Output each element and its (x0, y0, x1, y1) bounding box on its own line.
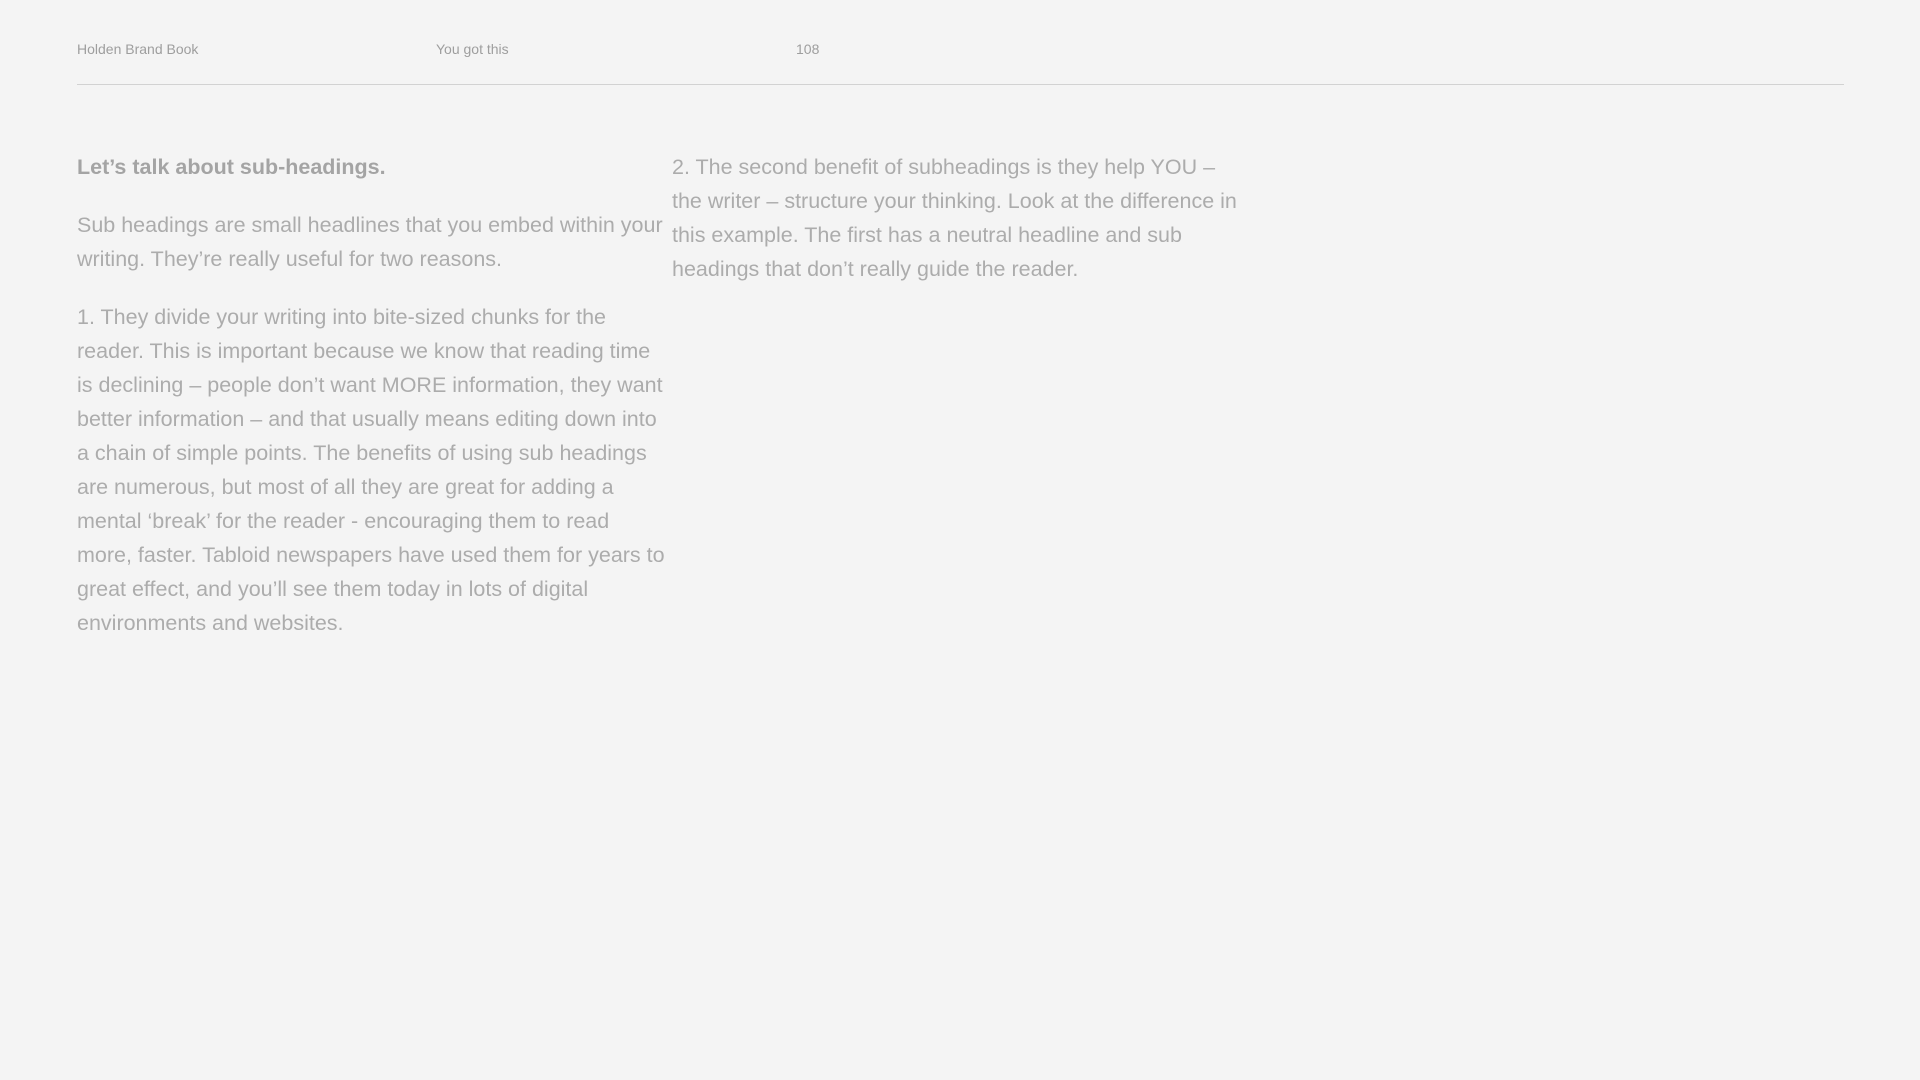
right-column: 2. The second benefit of subheadings is … (672, 150, 1242, 286)
point-one-paragraph: 1. They divide your writing into bite-si… (77, 305, 665, 635)
point-two-paragraph: 2. The second benefit of subheadings is … (672, 155, 1237, 281)
intro-paragraph: Sub headings are small headlines that yo… (77, 213, 663, 271)
sub-heading-title: Let’s talk about sub-headings. (77, 155, 386, 179)
section-title: You got this (436, 41, 509, 57)
page-header: Holden Brand Book You got this 108 (77, 40, 1844, 85)
page-number: 108 (796, 41, 820, 57)
left-column: Let’s talk about sub-headings. Sub headi… (77, 150, 667, 640)
book-title: Holden Brand Book (77, 41, 199, 57)
